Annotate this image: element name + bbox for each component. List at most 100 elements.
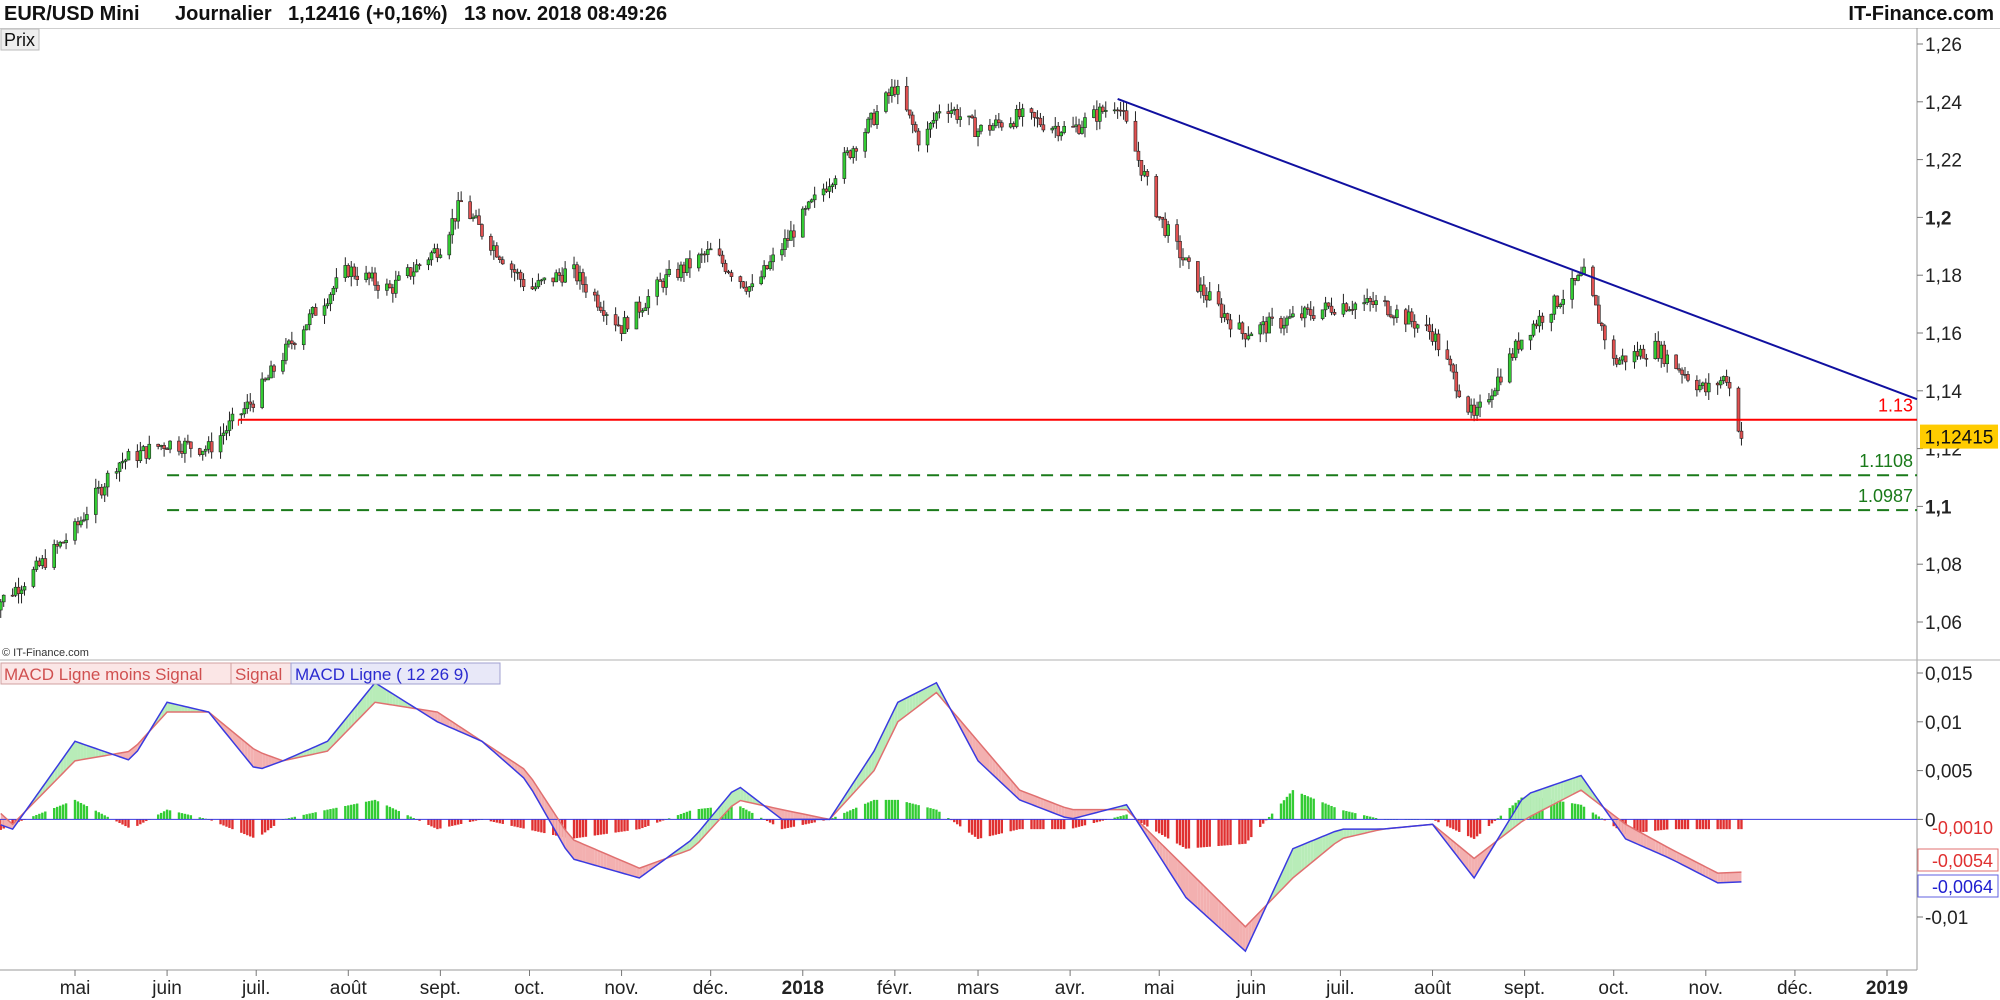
candle-down	[688, 258, 692, 269]
hist-bar-up	[926, 807, 929, 820]
hist-bar-down	[792, 819, 796, 827]
hist-bar-down	[1161, 819, 1164, 836]
candle-down	[1371, 301, 1375, 305]
candle-up	[869, 112, 873, 120]
hist-bar-down	[266, 819, 270, 831]
price-candles	[0, 76, 1744, 618]
candle-down	[1594, 295, 1598, 306]
candle-up	[19, 589, 24, 594]
hist-bar-up	[353, 804, 356, 820]
candle-up	[1184, 257, 1188, 261]
hist-bar-down	[534, 819, 537, 832]
candle-down	[43, 558, 48, 568]
price-tab[interactable]: Prix	[0, 28, 40, 51]
legend-histogram[interactable]: MACD Ligne moins Signal	[4, 665, 202, 684]
candle-up	[141, 446, 146, 452]
candle-down	[557, 272, 561, 276]
hist-bar-up	[1579, 804, 1583, 820]
hist-bar-down	[1184, 819, 1188, 849]
hist-bar-down	[1737, 819, 1740, 830]
candle-down	[1436, 333, 1441, 351]
hist-bar-up	[94, 810, 97, 820]
hist-bar-up	[843, 812, 846, 820]
chart-canvas[interactable]: 1.131.11081.0987 1,061,081,11,121,141,16…	[0, 0, 2000, 1000]
candle-down	[477, 215, 481, 225]
candle-up	[851, 148, 856, 158]
legend-macd[interactable]: MACD Ligne ( 12 26 9)	[295, 665, 469, 684]
candle-up	[200, 450, 205, 455]
candle-down	[1178, 240, 1182, 259]
hist-bar-down	[1241, 819, 1244, 845]
candle-up	[1721, 376, 1726, 381]
hist-bar-up	[863, 803, 867, 820]
hist-bar-up	[1570, 803, 1574, 820]
candle-up	[1362, 302, 1366, 305]
candle-up	[812, 194, 817, 201]
hist-bar-down	[602, 819, 605, 835]
candle-up	[634, 301, 639, 330]
hist-bar-down	[1146, 819, 1149, 827]
hist-bar-down	[1220, 819, 1223, 846]
macd-ribbon-segment	[594, 849, 598, 867]
hist-bar-down	[1077, 819, 1081, 827]
candle-up	[806, 201, 811, 209]
macd-ribbon-segment	[1551, 784, 1555, 806]
candle-down	[1201, 284, 1206, 296]
candle-down	[1300, 313, 1304, 319]
hist-bar-down	[1490, 819, 1494, 824]
macd-ribbon-segment	[1239, 920, 1243, 949]
hist-bar-down	[956, 819, 959, 825]
hist-bar-down	[510, 819, 513, 826]
hist-bar-up	[1365, 815, 1369, 820]
macd-legend[interactable]: MACD Ligne moins Signal Signal MACD Lign…	[0, 662, 501, 685]
hist-bar-down	[1057, 819, 1060, 830]
hist-bar-up	[364, 801, 368, 820]
candle-down	[854, 148, 859, 152]
level-label: 1.13	[1878, 396, 1913, 416]
hist-bar-down	[1143, 819, 1146, 825]
macd-ribbon-segment	[1572, 777, 1576, 795]
candle-up	[138, 450, 143, 462]
hist-bar-down	[516, 819, 519, 828]
hist-bar-down	[519, 819, 522, 828]
candle-down	[1516, 340, 1521, 350]
candle-up	[759, 276, 763, 285]
price-lines	[167, 97, 1918, 512]
candle-down	[1240, 322, 1245, 334]
candle-down	[76, 521, 80, 526]
hist-bar-up	[350, 804, 353, 820]
candle-down	[1724, 376, 1729, 383]
candle-down	[468, 201, 472, 219]
legend-signal[interactable]: Signal	[235, 665, 282, 684]
candle-up	[1632, 351, 1637, 363]
hist-bar-up	[938, 811, 941, 820]
candle-up	[450, 218, 455, 236]
hist-bar-down	[1166, 819, 1170, 839]
hist-bar-down	[1074, 819, 1078, 828]
candle-down	[1454, 371, 1459, 392]
macd-ribbon-segment	[1533, 790, 1537, 815]
candle-up	[783, 238, 787, 250]
hist-bar-down	[1698, 819, 1702, 830]
candle-up	[1302, 307, 1307, 319]
candle-down	[1118, 109, 1123, 112]
macd-ribbon-segment	[1738, 872, 1742, 882]
candle-up	[102, 486, 107, 496]
hist-bar-up	[875, 799, 879, 820]
time-tick-label: août	[330, 978, 368, 999]
hist-bar-down	[454, 819, 457, 826]
candle-up	[1653, 340, 1658, 359]
hist-bar-down	[638, 819, 641, 830]
hist-bar-down	[231, 819, 234, 830]
hist-bar-up	[82, 804, 86, 820]
hist-bar-down	[1012, 819, 1015, 831]
macd-ribbon-segment	[1634, 829, 1638, 845]
macd-ribbon-segment	[1723, 872, 1727, 883]
hist-bar-up	[706, 808, 709, 820]
candle-down	[1154, 176, 1159, 217]
macd-ribbon-segment	[1227, 909, 1231, 938]
macd-lines	[0, 681, 1917, 953]
candle-up	[58, 541, 62, 547]
candle-up	[1561, 298, 1566, 305]
hist-bar-up	[397, 811, 400, 820]
